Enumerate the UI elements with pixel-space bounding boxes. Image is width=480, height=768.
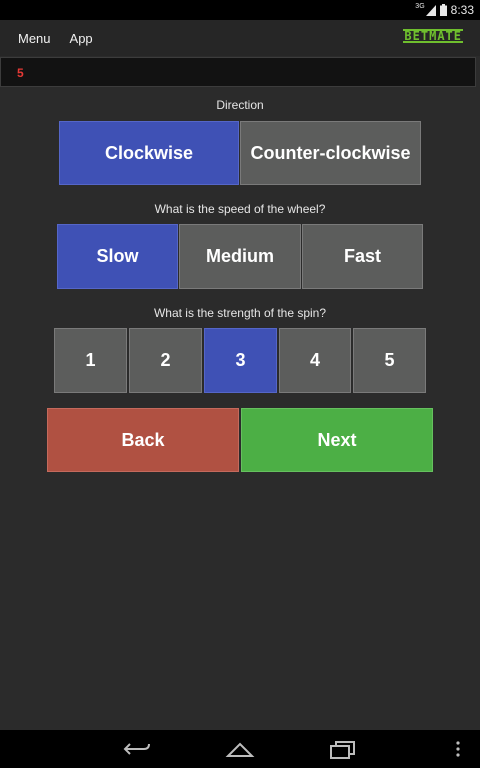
- signal-icon: [425, 4, 436, 16]
- counter-clockwise-button[interactable]: Counter-clockwise: [240, 121, 421, 185]
- speed-medium-button[interactable]: Medium: [179, 224, 301, 289]
- clockwise-button[interactable]: Clockwise: [59, 121, 239, 185]
- back-nav-icon[interactable]: [122, 739, 152, 759]
- battery-icon: [439, 4, 447, 16]
- speed-label: What is the speed of the wheel?: [154, 202, 326, 216]
- next-button[interactable]: Next: [241, 408, 433, 472]
- home-nav-icon[interactable]: [225, 739, 255, 759]
- strength-3-button[interactable]: 3: [204, 328, 277, 393]
- app-button[interactable]: App: [70, 31, 93, 46]
- recents-nav-icon[interactable]: [327, 739, 357, 759]
- status-bar: 3G 8:33: [0, 0, 480, 20]
- speed-slow-button[interactable]: Slow: [57, 224, 178, 289]
- menu-button[interactable]: Menu: [18, 31, 51, 46]
- strength-4-button[interactable]: 4: [279, 328, 351, 393]
- strength-5-button[interactable]: 5: [353, 328, 426, 393]
- strength-label: What is the strength of the spin?: [153, 306, 327, 320]
- value-text: 5: [17, 66, 24, 80]
- strength-1-button[interactable]: 1: [54, 328, 127, 393]
- betmate-logo: BETMATE: [403, 29, 463, 43]
- action-bar: Menu App BETMATE: [0, 20, 480, 56]
- network-type: 3G: [415, 2, 425, 10]
- value-display: 5: [0, 57, 476, 87]
- clock: 8:33: [450, 3, 474, 17]
- navigation-bar: [0, 730, 480, 768]
- direction-label: Direction: [216, 98, 264, 112]
- strength-2-button[interactable]: 2: [129, 328, 202, 393]
- speed-fast-button[interactable]: Fast: [302, 224, 423, 289]
- overflow-menu-icon[interactable]: [455, 739, 461, 759]
- back-button[interactable]: Back: [47, 408, 239, 472]
